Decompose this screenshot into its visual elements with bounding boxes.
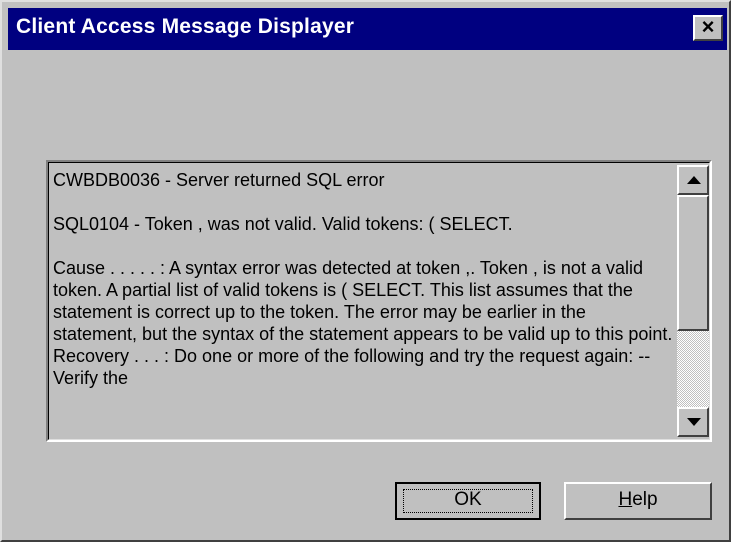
ok-button[interactable]: OK bbox=[395, 482, 541, 520]
scroll-up-button[interactable] bbox=[677, 165, 709, 195]
help-button-label: Help bbox=[618, 489, 657, 510]
message-displayer-window: Client Access Message Displayer × CWBDB0… bbox=[0, 0, 731, 542]
help-button[interactable]: Help bbox=[564, 482, 712, 520]
close-icon: × bbox=[701, 14, 715, 39]
vertical-scrollbar[interactable] bbox=[677, 163, 709, 439]
arrow-up-icon bbox=[687, 176, 701, 184]
scroll-track[interactable] bbox=[677, 195, 709, 407]
message-text-frame: CWBDB0036 - Server returned SQL error SQ… bbox=[48, 162, 710, 440]
close-button[interactable]: × bbox=[693, 15, 723, 41]
message-line-cause: Cause . . . . . : A syntax error was det… bbox=[53, 258, 673, 388]
ok-button-label: OK bbox=[454, 489, 482, 510]
message-line-error-code: CWBDB0036 - Server returned SQL error bbox=[53, 170, 385, 190]
message-text-box[interactable]: CWBDB0036 - Server returned SQL error SQ… bbox=[46, 160, 712, 442]
help-label-rest: elp bbox=[632, 489, 658, 510]
scroll-thumb[interactable] bbox=[677, 195, 709, 331]
message-line-sql-code: SQL0104 - Token , was not valid. Valid t… bbox=[53, 214, 513, 234]
title-bar[interactable]: Client Access Message Displayer × bbox=[8, 8, 727, 50]
message-text: CWBDB0036 - Server returned SQL error SQ… bbox=[53, 169, 673, 389]
window-title: Client Access Message Displayer bbox=[16, 15, 355, 38]
help-mnemonic: H bbox=[618, 489, 633, 510]
arrow-down-icon bbox=[687, 418, 701, 426]
scroll-down-button[interactable] bbox=[677, 407, 709, 437]
